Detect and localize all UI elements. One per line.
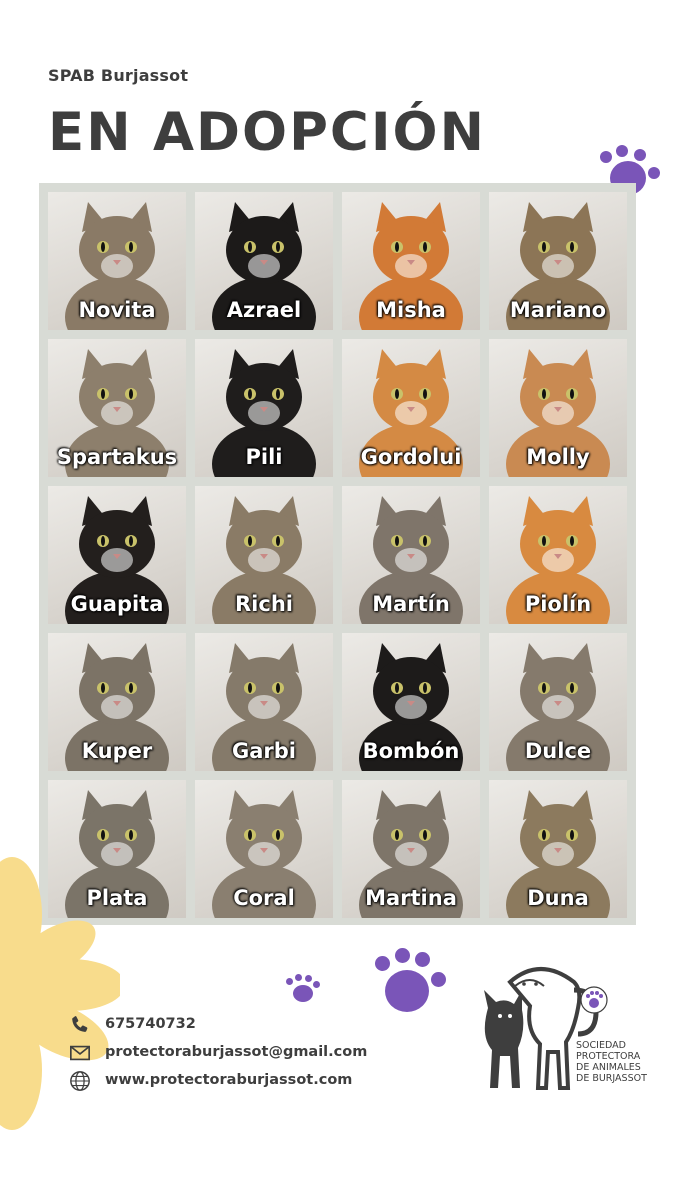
cat-card[interactable]: Molly (489, 339, 627, 477)
website-url: www.protectoraburjassot.com (105, 1072, 353, 1088)
cat-name: Guapita (70, 592, 164, 616)
cat-card[interactable]: Guapita (48, 486, 186, 624)
cat-card[interactable]: Novita (48, 192, 186, 330)
cat-name: Spartakus (56, 445, 178, 469)
paw-print-large-icon (375, 948, 449, 1014)
cat-card[interactable]: Coral (195, 780, 333, 918)
organization-name: SPAB Burjassot (48, 66, 189, 85)
cat-card[interactable]: Kuper (48, 633, 186, 771)
cat-name: Misha (376, 298, 446, 322)
cat-card[interactable]: Pili (195, 339, 333, 477)
cat-card[interactable]: Richi (195, 486, 333, 624)
cat-card[interactable]: Misha (342, 192, 480, 330)
cat-card[interactable]: Martín (342, 486, 480, 624)
cat-name: Molly (526, 445, 590, 469)
cat-card[interactable]: Azrael (195, 192, 333, 330)
cat-name: Martina (365, 886, 457, 910)
cat-name: Dulce (524, 739, 592, 763)
cat-name: Duna (527, 886, 589, 910)
cat-name: Pili (245, 445, 283, 469)
cat-name: Kuper (81, 739, 153, 763)
cat-name: Piolín (524, 592, 592, 616)
cat-card[interactable]: Duna (489, 780, 627, 918)
phone-icon (72, 1016, 88, 1032)
cat-card[interactable]: Piolín (489, 486, 627, 624)
email-address: protectoraburjassot@gmail.com (105, 1044, 368, 1060)
cat-name: Mariano (509, 298, 607, 322)
cat-name: Azrael (226, 298, 302, 322)
globe-icon (70, 1071, 90, 1091)
cat-card[interactable]: Garbi (195, 633, 333, 771)
cat-name: Bombón (362, 739, 460, 763)
cat-name: Gordolui (360, 445, 462, 469)
cat-card[interactable]: Bombón (342, 633, 480, 771)
cat-card[interactable]: Mariano (489, 192, 627, 330)
page-title: EN ADOPCIÓN (48, 102, 486, 163)
logo-text: SOCIEDAD PROTECTORA DE ANIMALES DE BURJA… (576, 1040, 647, 1084)
cat-card[interactable]: Gordolui (342, 339, 480, 477)
paw-print-small-icon (286, 974, 320, 1004)
cat-name: Martín (372, 592, 450, 616)
cat-name: Novita (78, 298, 156, 322)
envelope-icon (70, 1045, 90, 1061)
cat-card[interactable]: Dulce (489, 633, 627, 771)
cat-name: Garbi (232, 739, 296, 763)
flower-decoration-icon (0, 857, 120, 1130)
cat-card[interactable]: Spartakus (48, 339, 186, 477)
phone-number: 675740732 (105, 1016, 196, 1032)
cat-name: Richi (235, 592, 293, 616)
cat-card[interactable]: Martina (342, 780, 480, 918)
cat-name: Coral (233, 886, 295, 910)
